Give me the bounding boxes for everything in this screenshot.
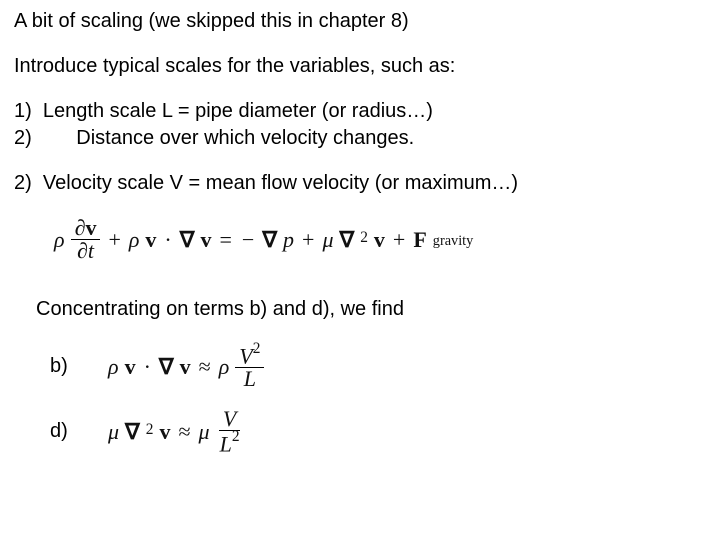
item-1: 1) Length scale L = pipe diameter (or ra… xyxy=(14,100,706,123)
item-1b-text: Distance over which velocity changes. xyxy=(76,127,414,149)
item-1b-num: 2) xyxy=(14,127,32,149)
label-d: d) xyxy=(50,420,80,443)
term-b-row: b) ρv · ∇v ≈ ρ V2 L xyxy=(14,343,706,390)
label-b: b) xyxy=(50,355,80,378)
item-2: 2) Velocity scale V = mean flow velocity… xyxy=(14,172,706,195)
item-2-num: 2) xyxy=(14,172,32,194)
page: A bit of scaling (we skipped this in cha… xyxy=(0,0,720,466)
main-equation: ρ ∂v ∂t + ρv · ∇v = −∇p + μ∇2v + Fgravit… xyxy=(14,217,706,262)
item-1-num: 1) xyxy=(14,100,32,122)
equation-d: μ∇2v ≈ μ V L2 xyxy=(108,408,244,455)
item-1-text: Length scale L = pipe diameter (or radiu… xyxy=(43,100,433,122)
equation-b: ρv · ∇v ≈ ρ V2 L xyxy=(108,343,264,390)
item-2-text: Velocity scale V = mean flow velocity (o… xyxy=(43,172,518,194)
title-line: A bit of scaling (we skipped this in cha… xyxy=(14,10,706,33)
concentrating-line: Concentrating on terms b) and d), we fin… xyxy=(14,298,706,321)
term-d-row: d) μ∇2v ≈ μ V L2 xyxy=(14,408,706,455)
intro-line: Introduce typical scales for the variabl… xyxy=(14,55,706,78)
item-1b: 2) Distance over which velocity changes. xyxy=(14,127,706,150)
